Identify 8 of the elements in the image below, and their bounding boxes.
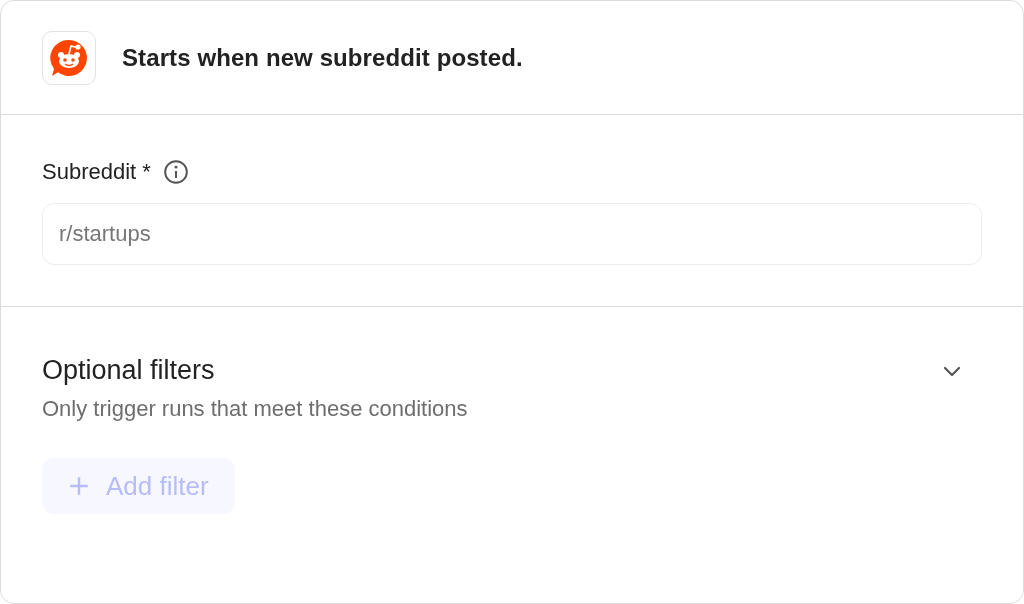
section-title: Optional filters: [42, 355, 215, 386]
header-title: Starts when new subreddit posted.: [122, 43, 523, 72]
alien-mascot-icon: [49, 37, 89, 78]
plus-icon: [68, 475, 90, 497]
subreddit-input[interactable]: r/startups: [42, 203, 982, 265]
field-label: Subreddit *: [42, 159, 151, 185]
info-icon: [162, 159, 189, 185]
section-subtitle: Only trigger runs that meet these conditions: [42, 396, 469, 422]
